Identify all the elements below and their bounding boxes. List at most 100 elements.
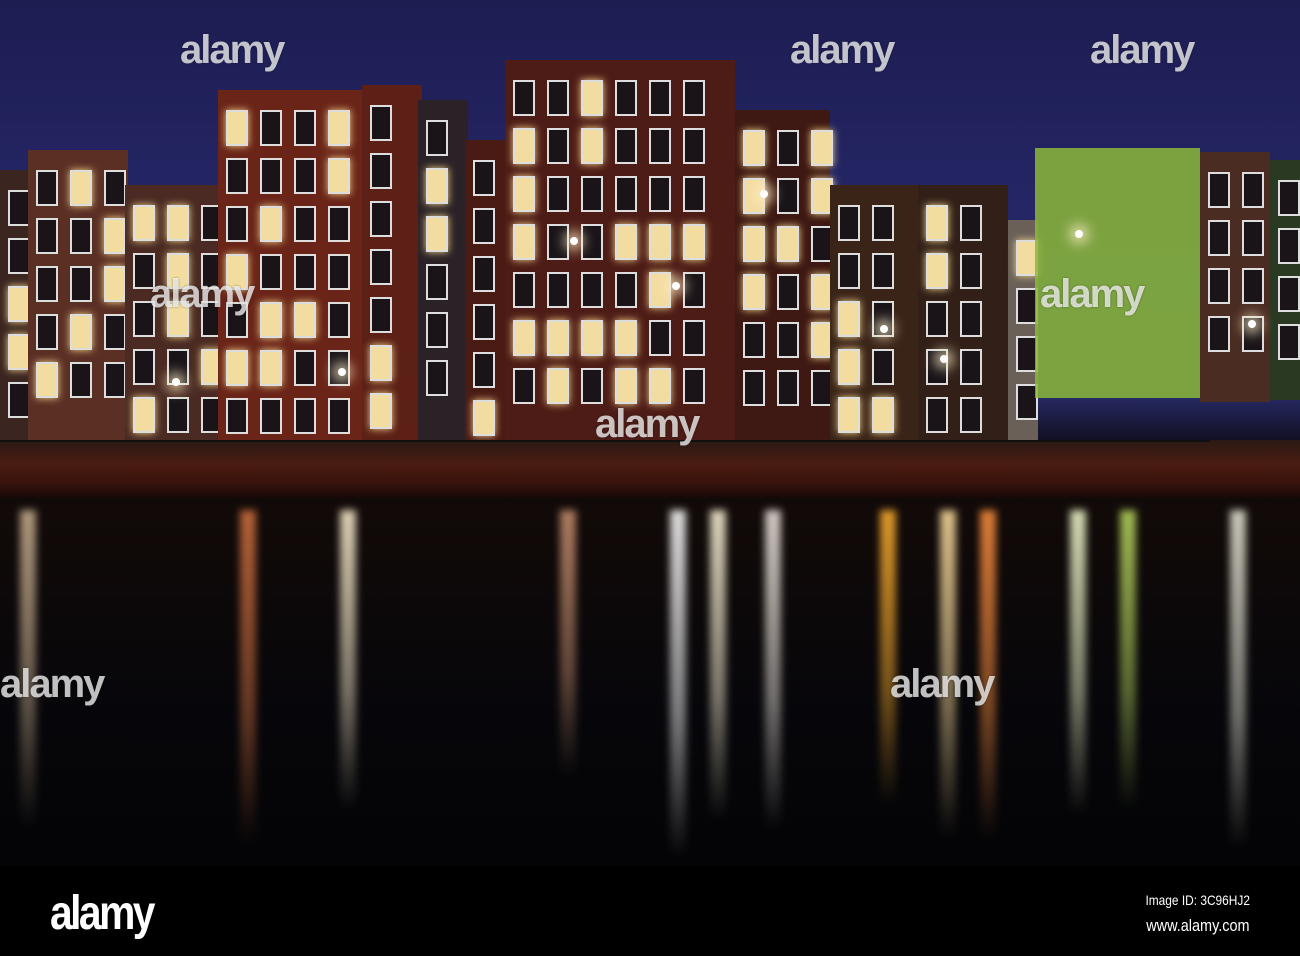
light-reflection [340, 510, 356, 810]
window [581, 320, 603, 356]
window [615, 176, 637, 212]
window [70, 266, 92, 302]
lamp-light [338, 368, 346, 376]
window [8, 286, 30, 322]
site-url: www.alamy.com [1146, 916, 1250, 935]
lamp-light [570, 237, 578, 245]
window [581, 80, 603, 116]
window [683, 224, 705, 260]
alamy-logo: alamy [50, 887, 155, 940]
window [260, 158, 282, 194]
window [226, 350, 248, 386]
window [513, 128, 535, 164]
window [328, 158, 350, 194]
window [70, 362, 92, 398]
watermark: alamy [1090, 28, 1195, 72]
window [294, 254, 316, 290]
window [426, 360, 448, 396]
window [743, 370, 765, 406]
window [649, 80, 671, 116]
window [473, 352, 495, 388]
window [838, 253, 860, 289]
window [133, 205, 155, 241]
window [1278, 324, 1300, 360]
window [547, 80, 569, 116]
window [473, 400, 495, 436]
watermark: alamy [0, 662, 105, 706]
window [260, 206, 282, 242]
window [777, 226, 799, 262]
window [960, 253, 982, 289]
window [1208, 172, 1230, 208]
window [777, 370, 799, 406]
window [581, 176, 603, 212]
window [960, 397, 982, 433]
window [513, 368, 535, 404]
window [683, 128, 705, 164]
window [426, 168, 448, 204]
window [838, 397, 860, 433]
window [8, 382, 30, 418]
light-reflection [710, 510, 726, 820]
window [615, 224, 637, 260]
window [1208, 316, 1230, 352]
window [513, 80, 535, 116]
window [226, 206, 248, 242]
window [926, 301, 948, 337]
window [513, 272, 535, 308]
window [649, 128, 671, 164]
window [838, 349, 860, 385]
window [743, 130, 765, 166]
window [547, 272, 569, 308]
window [513, 320, 535, 356]
window [104, 314, 126, 350]
light-reflection [670, 510, 686, 858]
window [328, 254, 350, 290]
watermark: alamy [790, 28, 895, 72]
window [1208, 220, 1230, 256]
window [960, 349, 982, 385]
light-reflection [560, 510, 576, 777]
lamp-light [880, 325, 888, 333]
window [960, 205, 982, 241]
window [777, 274, 799, 310]
window [872, 349, 894, 385]
window [426, 216, 448, 252]
window [226, 398, 248, 434]
window [473, 160, 495, 196]
window [294, 110, 316, 146]
window [811, 130, 833, 166]
light-reflection [240, 510, 256, 845]
window [683, 368, 705, 404]
window [872, 205, 894, 241]
window [615, 128, 637, 164]
window [649, 176, 671, 212]
image-id: Image ID: 3C96HJ2 [1145, 892, 1250, 908]
window [615, 272, 637, 308]
window [581, 272, 603, 308]
window [370, 345, 392, 381]
light-reflection [1070, 510, 1086, 816]
window [70, 314, 92, 350]
window [649, 272, 671, 308]
window [260, 302, 282, 338]
window [370, 249, 392, 285]
light-reflection [880, 510, 896, 806]
window [513, 224, 535, 260]
window [926, 205, 948, 241]
window [838, 205, 860, 241]
window [683, 320, 705, 356]
window [294, 158, 316, 194]
window [743, 322, 765, 358]
window [133, 349, 155, 385]
window [104, 362, 126, 398]
window [36, 170, 58, 206]
window [426, 120, 448, 156]
window [260, 398, 282, 434]
window [36, 266, 58, 302]
watermark: alamy [1040, 272, 1145, 316]
lamp-light [940, 355, 948, 363]
window [743, 226, 765, 262]
window [615, 368, 637, 404]
lamp-light [760, 190, 768, 198]
